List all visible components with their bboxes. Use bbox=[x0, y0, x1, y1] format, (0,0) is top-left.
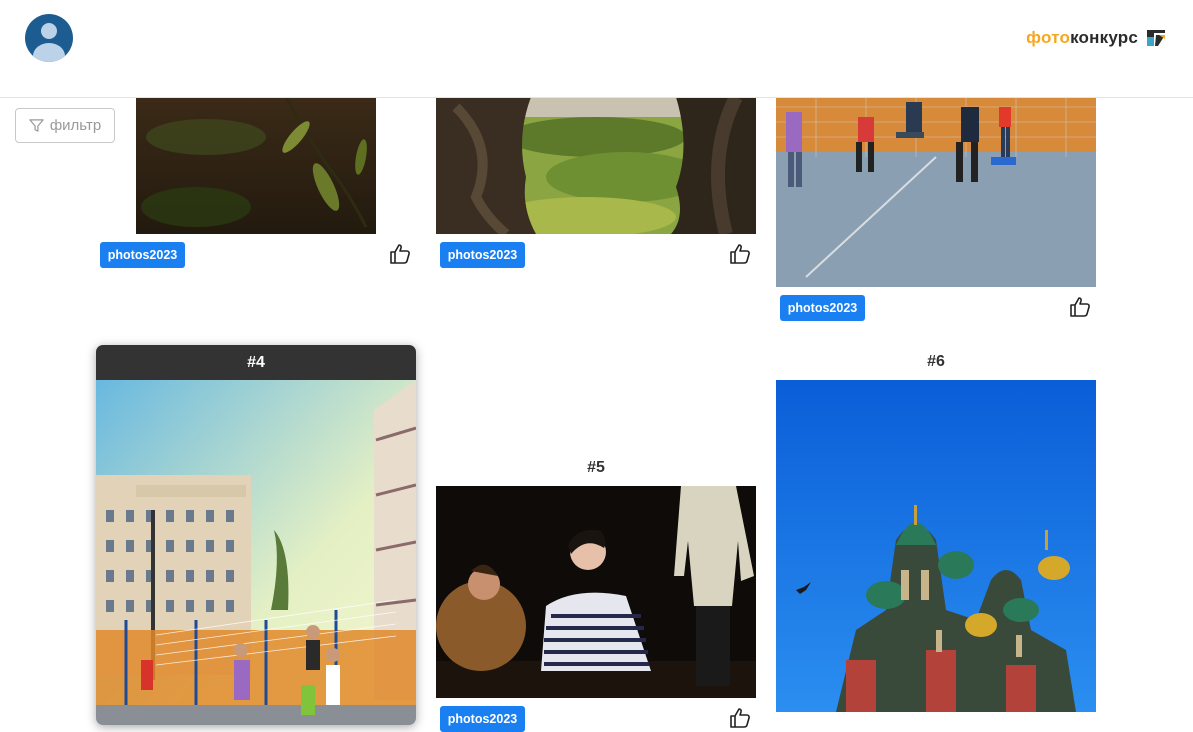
thumbs-up-icon[interactable] bbox=[1068, 295, 1092, 319]
logo-mark-icon bbox=[1147, 30, 1165, 46]
funnel-icon bbox=[29, 119, 44, 132]
top-header: фотоконкурс bbox=[0, 0, 1193, 98]
photo-2-image[interactable] bbox=[436, 97, 756, 234]
cave-landscape-photo bbox=[436, 97, 756, 234]
photo-5-number: #5 bbox=[587, 459, 605, 476]
thumbs-up-icon[interactable] bbox=[728, 706, 752, 730]
photo-1-image[interactable] bbox=[136, 97, 376, 234]
filter-label: фильтр bbox=[49, 117, 102, 134]
olive-branch-photo bbox=[136, 97, 376, 234]
user-avatar[interactable] bbox=[25, 14, 73, 62]
volleyball-court-photo bbox=[776, 97, 1096, 287]
avatar-body-shape bbox=[33, 43, 65, 62]
photo-6-number: #6 bbox=[927, 353, 945, 370]
photo-card-4[interactable]: #4 bbox=[96, 345, 416, 725]
thumbs-up-icon[interactable] bbox=[728, 242, 752, 266]
logo-text-konkurs: конкурс bbox=[1070, 28, 1138, 47]
avatar-head-shape bbox=[41, 23, 57, 39]
site-logo[interactable]: фотоконкурс bbox=[1026, 26, 1166, 50]
photo-3-tag[interactable]: photos2023 bbox=[780, 295, 865, 321]
filter-button[interactable]: фильтр bbox=[15, 108, 115, 143]
logo-text-foto: фото bbox=[1026, 28, 1071, 47]
photo-4-image[interactable] bbox=[96, 380, 416, 725]
photo-5-tag[interactable]: photos2023 bbox=[440, 706, 525, 732]
photo-4-number: #4 bbox=[96, 345, 416, 380]
photo-5-image[interactable] bbox=[436, 486, 756, 698]
photo-1-tag[interactable]: photos2023 bbox=[100, 242, 185, 268]
thumbs-up-icon[interactable] bbox=[388, 242, 412, 266]
photo-2-tag[interactable]: photos2023 bbox=[440, 242, 525, 268]
cathedral-photo bbox=[776, 380, 1096, 712]
theatre-scene-photo bbox=[436, 486, 756, 698]
photo-6-image[interactable] bbox=[776, 380, 1096, 712]
photo-3-image[interactable] bbox=[776, 97, 1096, 287]
